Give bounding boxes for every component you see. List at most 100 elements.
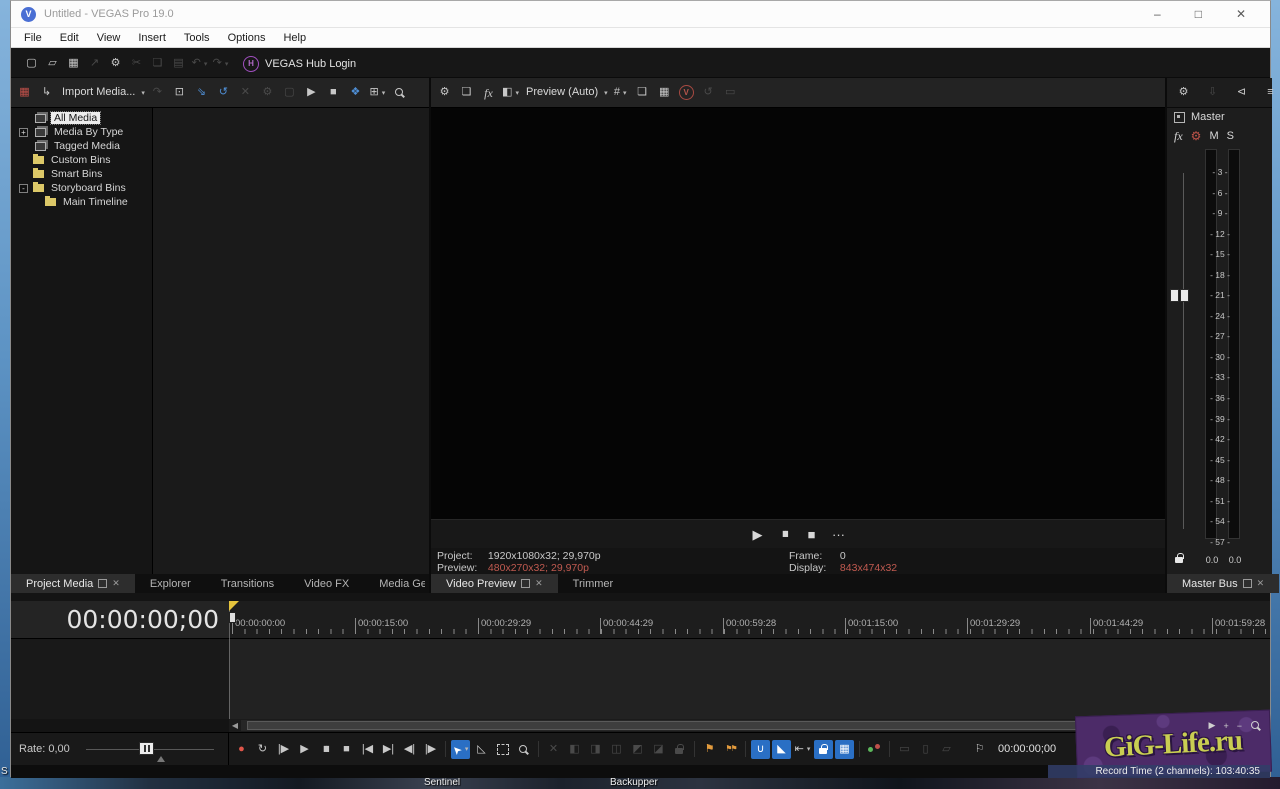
expander-icon[interactable]: - <box>19 183 28 193</box>
close-button[interactable]: ✕ <box>1236 7 1246 21</box>
search-icon[interactable] <box>390 83 409 102</box>
tree-item-custom-bins[interactable]: Custom Bins <box>11 153 152 167</box>
undo-icon-dropdown[interactable]: ▾ <box>204 60 208 68</box>
time-ruler[interactable]: 00:00:00:00 00:00:15:00 00:00:29:29 00:00:4… <box>229 601 1270 638</box>
menu-file[interactable]: File <box>15 30 51 46</box>
zoom-edit-tool[interactable] <box>514 740 533 759</box>
tree-item-storyboard-bins[interactable]: - Storyboard Bins <box>11 181 152 195</box>
preview-quality-button-dropdown[interactable]: ▾ <box>604 89 608 97</box>
lock-envelopes-button[interactable] <box>814 739 833 759</box>
volume-fader-track[interactable] <box>1183 173 1184 529</box>
close-icon[interactable]: ✕ <box>112 578 120 589</box>
media-bin-icon[interactable]: ▦ <box>15 83 34 102</box>
start-marker-icon[interactable] <box>229 601 239 611</box>
pin-icon[interactable] <box>521 579 531 588</box>
close-icon[interactable]: ✕ <box>535 578 543 589</box>
title-bar[interactable]: V Untitled - VEGAS Pro 19.0 – □ ✕ <box>11 1 1270 28</box>
snapping-button[interactable]: ∪ <box>751 739 770 759</box>
play-from-start-button[interactable]: |▶ <box>274 740 293 759</box>
pin-icon[interactable] <box>1242 579 1252 588</box>
tab-trimmer[interactable]: Trimmer <box>558 574 629 593</box>
mute-button[interactable]: M <box>1209 130 1218 142</box>
mixer-console-icon[interactable]: ≡ <box>1261 83 1280 102</box>
close-icon[interactable]: ✕ <box>1257 578 1265 589</box>
split-screen-icon-dropdown[interactable]: ▾ <box>515 89 519 97</box>
timecode-display[interactable]: 00:00:00;00 <box>11 601 229 638</box>
scrollbar-track[interactable] <box>241 720 1200 731</box>
views-icon-dropdown[interactable]: ▾ <box>382 89 386 97</box>
tree-item-main-timeline[interactable]: Main Timeline <box>11 195 152 209</box>
import-media-button[interactable]: Import Media... ▾ <box>59 83 145 102</box>
gear-icon[interactable]: ⚙ <box>1174 83 1193 102</box>
desktop-icon-label[interactable]: Sentinel <box>424 777 460 788</box>
stop-preview-icon[interactable]: ■ <box>324 83 343 102</box>
tab-project-media[interactable]: Project Media ✕ <box>11 574 135 593</box>
fader-lock-icon[interactable] <box>1175 553 1184 564</box>
media-fx-icon[interactable]: ❖ <box>346 83 365 102</box>
pause-button[interactable]: ▮▮ <box>316 740 335 759</box>
cursor-timecode[interactable]: 00:00:00;00 <box>998 743 1056 755</box>
menu-edit[interactable]: Edit <box>51 30 88 46</box>
tab-master-bus[interactable]: Master Bus ✕ <box>1167 574 1280 593</box>
playhead-pin[interactable] <box>229 612 236 623</box>
menu-tools[interactable]: Tools <box>175 30 219 46</box>
scrollbar-thumb[interactable] <box>247 721 1085 730</box>
scroll-right-icon[interactable]: ▶ <box>1209 720 1216 731</box>
redo-icon-dropdown[interactable]: ▾ <box>225 60 229 68</box>
preview-pause-button[interactable]: ▮▮ <box>775 525 794 544</box>
go-to-start-button[interactable]: |◀ <box>358 740 377 759</box>
tab-video-fx[interactable]: Video FX <box>289 574 364 593</box>
automation-gear-icon[interactable]: ⚙ <box>1191 129 1202 143</box>
auto-ripple-button[interactable]: ◣ <box>772 739 791 759</box>
vegas-capture-icon[interactable]: V <box>677 83 696 102</box>
maximize-button[interactable]: □ <box>1195 7 1202 21</box>
get-media-web-icon[interactable]: ↺ <box>214 83 233 102</box>
track-area[interactable] <box>229 638 1270 719</box>
ripple-type-button[interactable]: ⇤ ▾ <box>793 740 812 759</box>
menu-insert[interactable]: Insert <box>129 30 175 46</box>
insert-marker-icon[interactable]: ⚑ <box>700 740 719 759</box>
menu-help[interactable]: Help <box>274 30 315 46</box>
tab-transitions[interactable]: Transitions <box>206 574 289 593</box>
save-snapshot-icon[interactable]: ▦ <box>655 83 674 102</box>
zoom-out-timeline-button[interactable]: − <box>1237 721 1242 731</box>
new-project-icon[interactable]: ▢ <box>22 54 41 73</box>
multicam-icon[interactable] <box>865 740 884 759</box>
pin-icon[interactable] <box>98 579 108 588</box>
video-output-fx-icon[interactable]: fx <box>479 83 498 102</box>
envelope-edit-tool[interactable]: ◺ <box>472 740 491 759</box>
desktop-icon-label[interactable]: Backupper <box>610 777 658 788</box>
views-icon[interactable]: ⊞ ▾ <box>368 83 387 102</box>
grid-overlay-icon[interactable]: # ▾ <box>611 83 630 102</box>
grid-overlay-icon-dropdown[interactable]: ▾ <box>623 89 627 97</box>
normal-edit-tool-dropdown[interactable]: ▾ <box>465 745 469 753</box>
tree-item-smart-bins[interactable]: Smart Bins <box>11 167 152 181</box>
dim-output-icon[interactable]: ⊲ <box>1232 83 1251 102</box>
ripple-type-button-dropdown[interactable]: ▾ <box>807 745 811 753</box>
marker-pin-icon[interactable]: ⚐ <box>970 740 989 759</box>
preview-play-button[interactable]: ▶ <box>748 525 767 544</box>
track-header-area[interactable] <box>11 638 229 719</box>
tree-item-tagged-media[interactable]: Tagged Media <box>11 139 152 153</box>
record-button[interactable]: ● <box>232 740 251 759</box>
preview-stop-button[interactable]: ■ <box>802 525 821 544</box>
tree-item-all-media[interactable]: All Media <box>11 111 152 125</box>
tab-media-generators[interactable]: Media Generators <box>364 574 440 593</box>
open-project-icon[interactable]: ▱ <box>43 54 62 73</box>
zoom-tool-icon[interactable] <box>1250 720 1261 731</box>
expander-icon[interactable]: + <box>19 127 28 137</box>
normal-edit-tool[interactable]: ➤ ▾ <box>449 739 470 759</box>
menu-options[interactable]: Options <box>219 30 275 46</box>
copy-snapshot-icon[interactable]: ❏ <box>633 83 652 102</box>
save-project-icon[interactable]: ▦ <box>64 54 83 73</box>
next-frame-button[interactable]: |▶ <box>421 740 440 759</box>
external-monitor-icon[interactable]: ❏ <box>457 83 476 102</box>
media-list-area[interactable] <box>153 108 429 574</box>
insert-region-icon[interactable]: ⚑⚑ <box>721 740 740 759</box>
split-screen-icon[interactable]: ◧ ▾ <box>501 83 520 102</box>
master-fx-button[interactable]: fx <box>1174 129 1183 144</box>
import-arrow-icon[interactable]: ↳ <box>37 83 56 102</box>
preview-quality-button[interactable]: Preview (Auto) ▾ <box>523 83 608 102</box>
minimize-button[interactable]: – <box>1154 7 1161 21</box>
preview-more-options-icon[interactable]: ··· <box>829 525 848 544</box>
